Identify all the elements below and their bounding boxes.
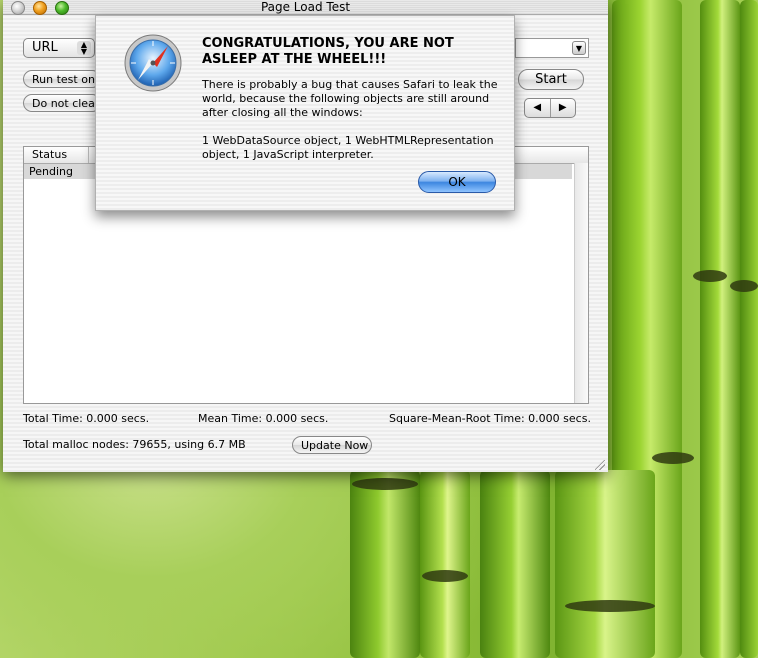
bamboo-stalk [555,470,655,658]
bamboo-node [693,270,727,282]
alert-sheet: CONGRATULATIONS, YOU ARE NOT ASLEEP AT T… [95,15,515,211]
bamboo-stalk [480,470,550,658]
run-test-button[interactable]: Run test once [23,70,101,88]
do-not-clear-button[interactable]: Do not clear [23,94,101,112]
chevron-down-icon[interactable]: ▼ [572,41,586,55]
close-window-icon[interactable] [11,1,25,15]
bamboo-node [565,600,655,612]
malloc-info-label: Total malloc nodes: 79655, using 6.7 MB [23,438,246,451]
update-now-button-label: Update Now [301,439,369,452]
right-arrow-icon[interactable]: ▶ [551,99,576,117]
alert-message-text: There is probably a bug that causes Safa… [202,78,498,119]
alert-message: There is probably a bug that causes Safa… [202,78,502,176]
resize-grip-icon[interactable] [595,460,605,470]
ok-button-label: OK [448,175,466,189]
left-arrow-icon[interactable]: ◀ [525,99,551,117]
window-title: Page Load Test [260,0,351,14]
run-test-button-label: Run test once [32,73,101,86]
mean-time-label: Mean Time: 0.000 secs. [198,412,329,425]
ok-button[interactable]: OK [418,171,496,193]
square-mean-root-time-label: Square-Mean-Root Time: 0.000 secs. [389,412,591,425]
bamboo-stalk [740,0,758,658]
column-header-status[interactable]: Status [24,147,89,163]
zoom-window-icon[interactable] [55,1,69,15]
vertical-scrollbar[interactable] [574,163,588,403]
title-bar[interactable]: Page Load Test [3,0,608,15]
bamboo-stalk [700,0,740,658]
source-select[interactable]: URL ▲ ▼ [23,38,95,58]
start-button-label: Start [535,72,567,87]
total-time-label: Total Time: 0.000 secs. [23,412,150,425]
minimize-window-icon[interactable] [33,1,47,15]
row-status: Pending [29,165,73,178]
bamboo-stalk [420,470,470,658]
safari-compass-icon [124,34,182,92]
alert-title: CONGRATULATIONS, YOU ARE NOT ASLEEP AT T… [202,36,454,67]
source-select-value: URL [32,40,58,55]
start-button[interactable]: Start [518,69,584,90]
bamboo-node [422,570,468,582]
bamboo-stalk [350,470,420,658]
bamboo-node [730,280,758,292]
navigation-segmented-control[interactable]: ◀ ▶ [524,98,576,118]
do-not-clear-button-label: Do not clear [32,97,100,110]
bamboo-node [652,452,694,464]
up-down-arrows-icon: ▲ ▼ [77,41,91,56]
alert-objects-text: 1 WebDataSource object, 1 WebHTMLReprese… [202,134,494,161]
bamboo-node [352,478,418,490]
url-combo-field[interactable]: ▼ [515,38,589,58]
update-now-button[interactable]: Update Now [292,436,372,454]
